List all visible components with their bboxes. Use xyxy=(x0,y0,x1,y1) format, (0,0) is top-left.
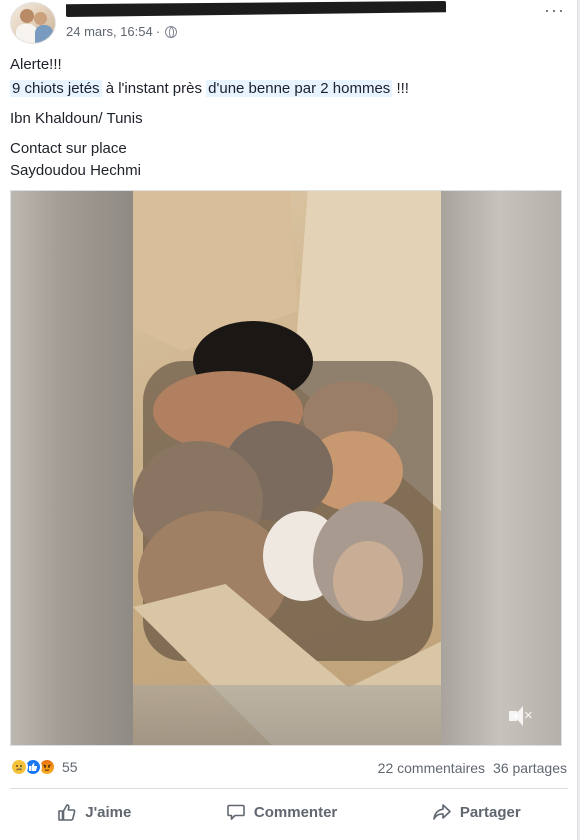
post-body: Alerte!!! 9 chiots jetés à l'instant prè… xyxy=(10,54,565,190)
comment-button[interactable]: Commenter xyxy=(226,802,337,822)
like-button[interactable]: J'aime xyxy=(57,802,131,822)
globe-icon xyxy=(165,25,178,38)
shares-count-link[interactable]: 36 partages xyxy=(493,760,567,776)
post-timestamp[interactable]: 24 mars, 16:54 · xyxy=(66,24,178,39)
post-line-headline: 9 chiots jetés à l'instant près d'une be… xyxy=(10,78,565,100)
contact-label: Contact sur place xyxy=(10,140,127,157)
post-line-contact: Contact sur place Saydoudou Hechmi xyxy=(10,138,565,182)
share-button[interactable]: Partager xyxy=(432,802,521,822)
speech-bubble-icon xyxy=(226,802,246,822)
reaction-count[interactable]: 55 xyxy=(62,759,78,775)
video-blur-right xyxy=(439,191,561,745)
post-line-headline-end: !!! xyxy=(392,80,409,97)
redacted-author-name xyxy=(66,1,446,17)
video-frame[interactable] xyxy=(133,191,441,745)
share-button-label: Partager xyxy=(459,803,521,821)
video-blur-left xyxy=(11,191,133,745)
thumbs-up-icon xyxy=(57,802,77,822)
hashtag-link-benne[interactable]: d'une benne par 2 hommes xyxy=(206,80,393,97)
share-arrow-icon xyxy=(432,802,452,822)
author-avatar[interactable] xyxy=(10,2,56,44)
post-card: 24 mars, 16:54 · ··· Alerte!!! 9 chiots … xyxy=(0,0,578,840)
hashtag-link-chiots[interactable]: 9 chiots jetés xyxy=(10,80,102,97)
action-divider xyxy=(10,788,568,789)
post-actions-bar: J'aime Commenter Partager xyxy=(10,796,568,828)
post-line-headline-mid: à l'instant près xyxy=(101,80,207,97)
engagement-counts: 22 commentaires 36 partages xyxy=(378,760,567,776)
post-line-alert: Alerte!!! xyxy=(10,56,62,73)
comment-button-label: Commenter xyxy=(253,803,338,821)
more-options-button[interactable]: ··· xyxy=(544,0,565,21)
reactions-summary[interactable]: 55 xyxy=(10,758,78,776)
muted-speaker-icon[interactable]: × xyxy=(509,705,535,727)
timestamp-text[interactable]: 24 mars, 16:54 xyxy=(66,24,153,39)
like-button-label: J'aime xyxy=(85,803,132,821)
contact-name: Saydoudou Hechmi xyxy=(10,162,141,179)
sad-reaction-icon xyxy=(10,758,28,776)
timestamp-separator: · xyxy=(155,24,161,39)
comments-count-link[interactable]: 22 commentaires xyxy=(378,760,485,776)
post-line-location: Ibn Khaldoun/ Tunis xyxy=(10,110,143,127)
video-player[interactable]: × xyxy=(10,190,562,746)
